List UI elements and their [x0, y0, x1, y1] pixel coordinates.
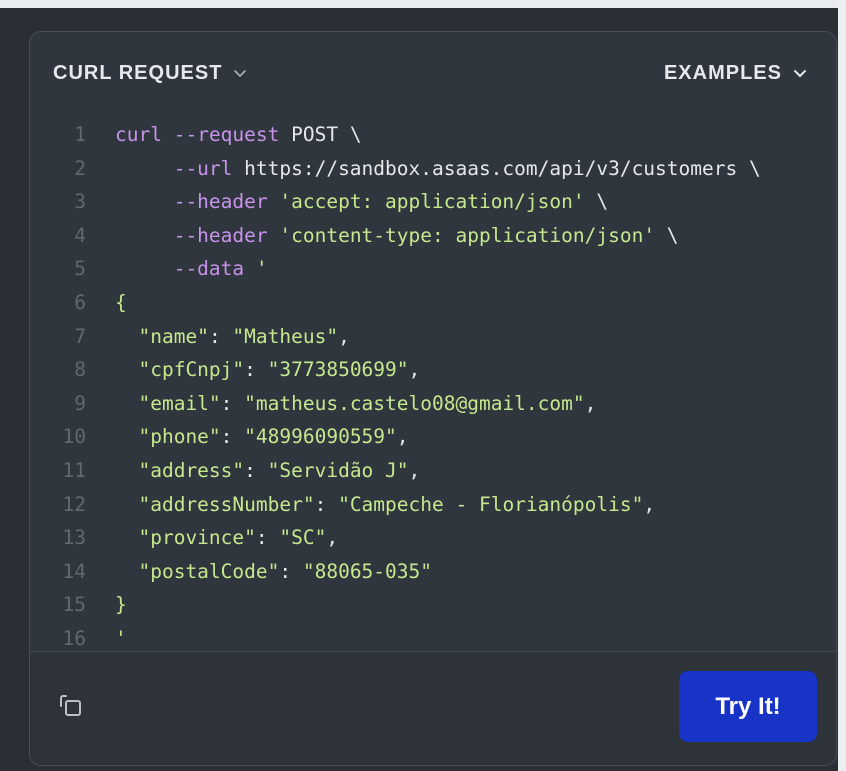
line-number: 8 — [74, 358, 86, 382]
code-text: curl --request POST \ — [115, 123, 362, 146]
code-text: "phone": "48996090559", — [138, 425, 409, 449]
code-text: --url https://sandbox.asaas.com/api/v3/c… — [173, 156, 761, 180]
code-line: 1 curl --request POST \ — [30, 118, 836, 152]
code-line: 6{ — [30, 286, 836, 320]
copy-icon[interactable] — [57, 692, 85, 720]
try-it-button[interactable]: Try It! — [679, 671, 817, 742]
code-sample-card: CURL REQUEST EXAMPLES 1 curl --request PO… — [29, 31, 837, 766]
line-number: 10 — [62, 425, 86, 449]
code-text: } — [115, 593, 127, 617]
code-block[interactable]: 1 curl --request POST \ 2 --url https://sa… — [30, 118, 836, 653]
code-line: 5 --data ' — [30, 252, 836, 286]
code-text: "email": "matheus.castelo08@gmail.com", — [138, 391, 597, 415]
line-number: 12 — [62, 492, 86, 516]
code-line: 7 "name": "Matheus", — [30, 320, 836, 354]
examples-dropdown-label: EXAMPLES — [663, 61, 782, 84]
line-number: 6 — [74, 290, 86, 314]
code-text: "name": "Matheus", — [138, 324, 350, 348]
line-number: 7 — [74, 324, 86, 348]
code-line: 14 "postalCode": "88065-035" — [30, 555, 836, 589]
code-text: --header 'content-type: application/json… — [173, 223, 679, 247]
top-strip — [0, 0, 838, 8]
line-number: 3 — [74, 190, 86, 214]
language-selector[interactable]: CURL REQUEST — [53, 62, 248, 85]
code-text: "postalCode": "88065-035" — [138, 559, 432, 583]
code-line: 11 "address": "Servidão J", — [30, 454, 836, 488]
chevron-down-icon — [234, 70, 247, 77]
code-line: 10 "phone": "48996090559", — [30, 420, 836, 454]
line-number: 5 — [74, 257, 86, 281]
code-line: 4 --header 'content-type: application/js… — [30, 219, 836, 253]
code-text: { — [115, 290, 127, 314]
code-text: "addressNumber": "Campeche - Florianópol… — [138, 492, 656, 516]
app-frame: CURL REQUEST EXAMPLES 1 curl --request PO… — [0, 0, 838, 771]
code-line: 15} — [30, 588, 836, 622]
card-header: CURL REQUEST EXAMPLES — [30, 32, 836, 114]
card-footer: Try It! — [30, 652, 836, 765]
line-number: 11 — [62, 458, 86, 482]
code-line: 3 --header 'accept: application/json' \ — [30, 185, 836, 219]
chevron-down-icon — [794, 70, 806, 77]
code-text: --header 'accept: application/json' \ — [173, 190, 609, 214]
code-text: "province": "SC", — [138, 526, 339, 550]
line-number: 2 — [74, 156, 86, 180]
code-line: 12 "addressNumber": "Campeche - Florianó… — [30, 488, 836, 522]
line-number: 14 — [62, 559, 86, 583]
code-text: --data ' — [173, 257, 268, 281]
line-number: 4 — [74, 223, 86, 247]
code-line: 2 --url https://sandbox.asaas.com/api/v3… — [30, 152, 836, 186]
code-line: 13 "province": "SC", — [30, 521, 836, 555]
code-text: ' — [115, 626, 127, 650]
code-text: "cpfCnpj": "3773850699", — [138, 358, 421, 382]
code-line: 16 ' — [30, 622, 836, 653]
line-number: 16 — [62, 626, 86, 650]
line-number: 9 — [74, 391, 86, 415]
code-line: 9 "email": "matheus.castelo08@gmail.com"… — [30, 387, 836, 421]
language-selector-label: CURL REQUEST — [53, 61, 223, 84]
code-line: 8 "cpfCnpj": "3773850699", — [30, 353, 836, 387]
line-number: 15 — [62, 593, 86, 617]
code-text: "address": "Servidão J", — [138, 458, 421, 482]
examples-dropdown[interactable]: EXAMPLES — [664, 62, 808, 85]
line-number: 1 — [74, 123, 86, 146]
line-number: 13 — [62, 526, 86, 550]
